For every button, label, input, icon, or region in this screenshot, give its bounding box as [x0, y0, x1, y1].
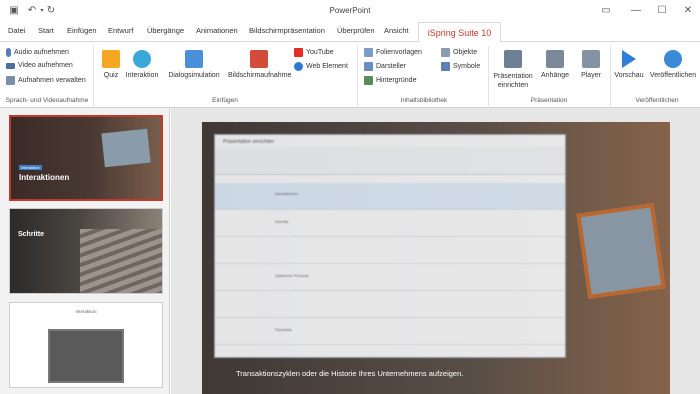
thumb-tag: Interaktion	[19, 165, 42, 170]
dialog-row-label: Schritte	[275, 219, 289, 224]
title-bar: ▣ ↶ ▾ ↻ PowerPoint ▭ — ☐ ✕	[0, 0, 700, 22]
slide-templates-button[interactable]: Folienvorlagen	[364, 48, 422, 57]
thumb-screen-image	[101, 128, 151, 168]
separator	[93, 46, 94, 106]
characters-icon	[364, 62, 373, 71]
tab-uebergaenge[interactable]: Übergänge	[147, 26, 184, 35]
dialog-row	[215, 183, 565, 210]
objects-button[interactable]: Objekte	[441, 48, 477, 57]
dialog-simulation-icon	[185, 50, 203, 68]
symbols-icon	[441, 62, 450, 71]
separator	[357, 46, 358, 106]
globe-icon	[294, 62, 303, 71]
slide-editor: Präsentation einrichten Interaktionen Sc…	[171, 108, 700, 394]
characters-button[interactable]: Darsteller	[364, 62, 406, 71]
player-button[interactable]: Player	[577, 50, 605, 79]
preview-button[interactable]: Vorschau	[613, 50, 645, 79]
tab-start[interactable]: Start	[38, 26, 54, 35]
slide-thumbnail-3[interactable]: Interaktion	[9, 302, 163, 388]
dialog-row	[215, 291, 565, 318]
group-label-library: Inhaltsbibliothek	[400, 97, 448, 104]
presentation-settings-button[interactable]: Präsentation einrichten	[491, 50, 535, 90]
manage-recordings-button[interactable]: Aufnahmen verwalten	[6, 76, 86, 85]
recordings-icon	[6, 76, 15, 85]
interaction-button[interactable]: Interaktion	[124, 50, 160, 79]
dialog-row-label: Zyklischer Prozess	[275, 273, 309, 278]
group-label-narration: Sprach- und Videoaufnahme	[5, 97, 89, 104]
tab-animationen[interactable]: Animationen	[196, 26, 238, 35]
dialog-row-label: Pyramide	[275, 327, 292, 332]
dialog-toolbar	[215, 147, 565, 175]
save-icon[interactable]: ▣	[8, 5, 20, 17]
camera-icon	[6, 62, 15, 69]
web-element-button[interactable]: Web Element	[294, 62, 348, 71]
thumb-title: Interaktionen	[19, 173, 70, 182]
slide-thumbnail-1[interactable]: Interaktion Interaktionen	[9, 115, 163, 201]
thumb-stairs-image	[80, 229, 162, 293]
presentation-settings-icon	[504, 50, 522, 68]
quiz-button[interactable]: Quiz	[100, 50, 122, 79]
backgrounds-icon	[364, 76, 373, 85]
play-icon	[622, 50, 636, 68]
group-label-presentation: Präsentation	[530, 97, 568, 104]
youtube-icon	[294, 48, 303, 57]
symbols-button[interactable]: Symbole	[441, 62, 480, 71]
microphone-icon	[6, 48, 11, 57]
dialog-row	[215, 210, 565, 237]
screen-recording-icon	[250, 50, 268, 68]
dialog-row	[215, 237, 565, 264]
slide-thumbnail-2[interactable]: Schritte	[9, 208, 163, 294]
publish-globe-icon	[664, 50, 682, 68]
separator	[610, 46, 611, 106]
tab-ispring-suite[interactable]: iSpring Suite 10	[418, 22, 501, 43]
player-icon	[582, 50, 600, 68]
ribbon-tabs: Datei Start Einfügen Entwurf Übergänge A…	[0, 22, 700, 43]
dialog-title: Präsentation einrichten	[223, 139, 275, 145]
screen-recording-button[interactable]: Bildschirmaufnahme	[228, 50, 291, 79]
audio-record-button[interactable]: Audio aufnehmen	[6, 48, 69, 57]
backgrounds-button[interactable]: Hintergründe	[364, 76, 416, 85]
attachments-icon	[546, 50, 564, 68]
group-label-insert: Einfügen	[212, 97, 238, 104]
tab-ueberpruefen[interactable]: Überprüfen	[337, 26, 375, 35]
tab-bildschirmpraesentation[interactable]: Bildschirmpräsentation	[249, 26, 325, 35]
close-button[interactable]: ✕	[680, 3, 696, 19]
ribbon: Audio aufnehmen Video aufnehmen Aufnahme…	[0, 42, 700, 108]
tab-entwurf[interactable]: Entwurf	[108, 26, 133, 35]
thumb-title: Interaktion	[75, 309, 97, 314]
tab-datei[interactable]: Datei	[8, 26, 26, 35]
attachments-button[interactable]: Anhänge	[538, 50, 572, 79]
ribbon-display-icon[interactable]: ▭	[598, 3, 614, 19]
youtube-button[interactable]: YouTube	[294, 48, 334, 57]
dialog-row	[215, 318, 565, 345]
slide-canvas[interactable]: Präsentation einrichten Interaktionen Sc…	[202, 122, 670, 394]
separator	[488, 46, 489, 106]
dialog-row	[215, 264, 565, 291]
video-record-button[interactable]: Video aufnehmen	[6, 62, 73, 69]
slide-tablet-image	[576, 202, 666, 300]
tab-ansicht[interactable]: Ansicht	[384, 26, 409, 35]
redo-icon[interactable]: ↻	[45, 5, 57, 17]
objects-icon	[441, 48, 450, 57]
slide-templates-icon	[364, 48, 373, 57]
thumb-title: Schritte	[18, 231, 45, 238]
slide-caption: Transaktionszyklen oder die Historie Ihr…	[236, 369, 464, 378]
slide-panel: Interaktion Interaktionen Schritte Inter…	[0, 108, 170, 394]
quiz-icon	[102, 50, 120, 68]
dialog-simulation-button[interactable]: Dialogsimulation	[166, 50, 222, 79]
tab-einfuegen[interactable]: Einfügen	[67, 26, 97, 35]
dialog-row-label: Interaktionen	[275, 191, 299, 196]
interaction-icon	[133, 50, 151, 68]
maximize-button[interactable]: ☐	[654, 3, 670, 19]
dialog-screenshot: Präsentation einrichten Interaktionen Sc…	[214, 134, 566, 358]
group-label-publish: Veröffentlichen	[635, 97, 679, 104]
publish-button[interactable]: Veröffentlichen	[648, 50, 698, 79]
thumb-photo-frame	[48, 329, 124, 383]
minimize-button[interactable]: —	[628, 3, 644, 19]
window-title: PowerPoint	[329, 6, 371, 15]
